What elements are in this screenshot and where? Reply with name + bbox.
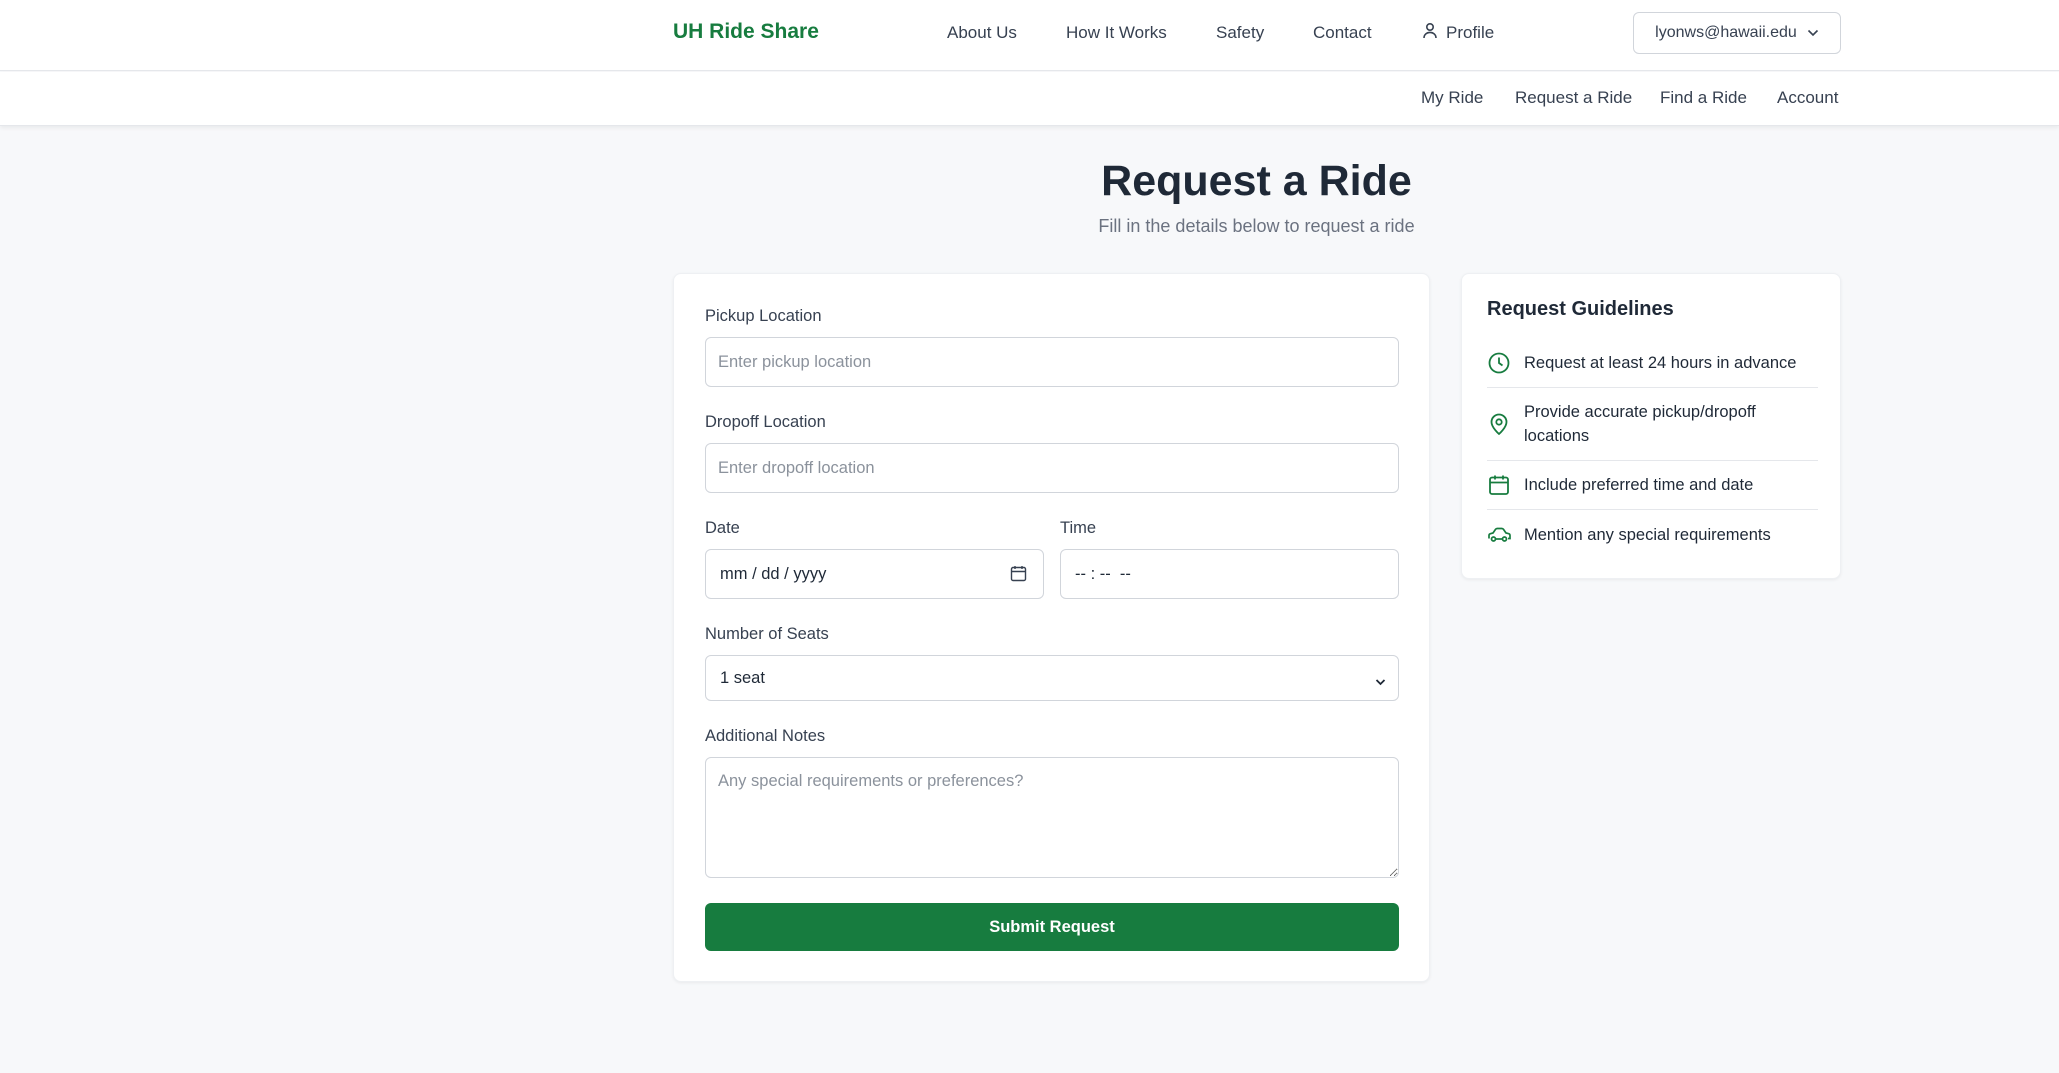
subnav-find-a-ride[interactable]: Find a Ride	[1660, 88, 1747, 108]
submit-request-button[interactable]: Submit Request	[705, 903, 1399, 951]
chevron-down-icon	[1807, 24, 1819, 42]
time-label: Time	[1060, 519, 1097, 537]
nav-about-us[interactable]: About Us	[947, 23, 1017, 43]
guideline-text: Provide accurate pickup/dropoff location…	[1524, 403, 1756, 445]
guideline-item: Include preferred time and date	[1487, 461, 1818, 510]
seats-select[interactable]: 1 seat	[705, 655, 1399, 701]
map-pin-icon	[1487, 413, 1511, 435]
clock-icon	[1487, 352, 1511, 374]
date-label: Date	[705, 519, 740, 537]
time-placeholder: -- : -- --	[1075, 564, 1131, 583]
guideline-item: Mention any special requirements	[1487, 510, 1818, 559]
guideline-text: Request at least 24 hours in advance	[1524, 354, 1797, 372]
additional-notes-textarea[interactable]	[705, 757, 1399, 878]
secondary-navbar: My Ride Request a Ride Find a Ride Accou…	[0, 72, 2059, 126]
request-ride-form: Pickup Location Dropoff Location Date mm…	[673, 273, 1430, 982]
subnav-request-a-ride[interactable]: Request a Ride	[1515, 88, 1632, 108]
subnav-account[interactable]: Account	[1777, 88, 1838, 108]
page-title: Request a Ride	[1101, 157, 1412, 205]
pickup-location-input[interactable]	[705, 337, 1399, 387]
subnav-my-ride[interactable]: My Ride	[1421, 88, 1483, 108]
guidelines-list: Request at least 24 hours in advance Pro…	[1487, 339, 1818, 559]
guideline-item: Request at least 24 hours in advance	[1487, 339, 1818, 388]
guidelines-title: Request Guidelines	[1487, 298, 1674, 320]
seats-selected-value: 1 seat	[720, 668, 765, 687]
guideline-text: Mention any special requirements	[1524, 525, 1771, 544]
nav-profile[interactable]: Profile	[1422, 22, 1494, 44]
dropoff-location-input[interactable]	[705, 443, 1399, 493]
nav-safety[interactable]: Safety	[1216, 23, 1264, 43]
date-input[interactable]: mm / dd / yyyy	[705, 549, 1044, 599]
guideline-text: Include preferred time and date	[1524, 476, 1754, 494]
date-placeholder: mm / dd / yyyy	[720, 564, 827, 583]
notes-label: Additional Notes	[705, 727, 826, 745]
car-icon	[1487, 526, 1511, 544]
calendar-icon	[1487, 474, 1511, 496]
guideline-item: Provide accurate pickup/dropoff location…	[1487, 388, 1818, 461]
profile-label: Profile	[1446, 23, 1495, 42]
request-guidelines-card: Request Guidelines Request at least 24 h…	[1461, 273, 1841, 579]
page-subtitle: Fill in the details below to request a r…	[1098, 216, 1415, 236]
dropoff-label: Dropoff Location	[705, 413, 826, 431]
nav-contact[interactable]: Contact	[1313, 23, 1372, 43]
time-input[interactable]: -- : -- --	[1060, 549, 1399, 599]
pickup-label: Pickup Location	[705, 307, 822, 325]
brand-logo-text[interactable]: UH Ride Share	[673, 20, 819, 44]
nav-how-it-works[interactable]: How It Works	[1066, 23, 1167, 43]
calendar-picker-icon[interactable]	[1010, 565, 1027, 587]
top-navbar: UH Ride Share About Us How It Works Safe…	[0, 0, 2059, 71]
user-icon	[1422, 22, 1438, 44]
seats-label: Number of Seats	[705, 625, 829, 643]
user-email: lyonws@hawaii.edu	[1655, 24, 1797, 41]
chevron-down-icon	[1375, 672, 1386, 691]
user-account-dropdown[interactable]: lyonws@hawaii.edu	[1633, 12, 1841, 54]
